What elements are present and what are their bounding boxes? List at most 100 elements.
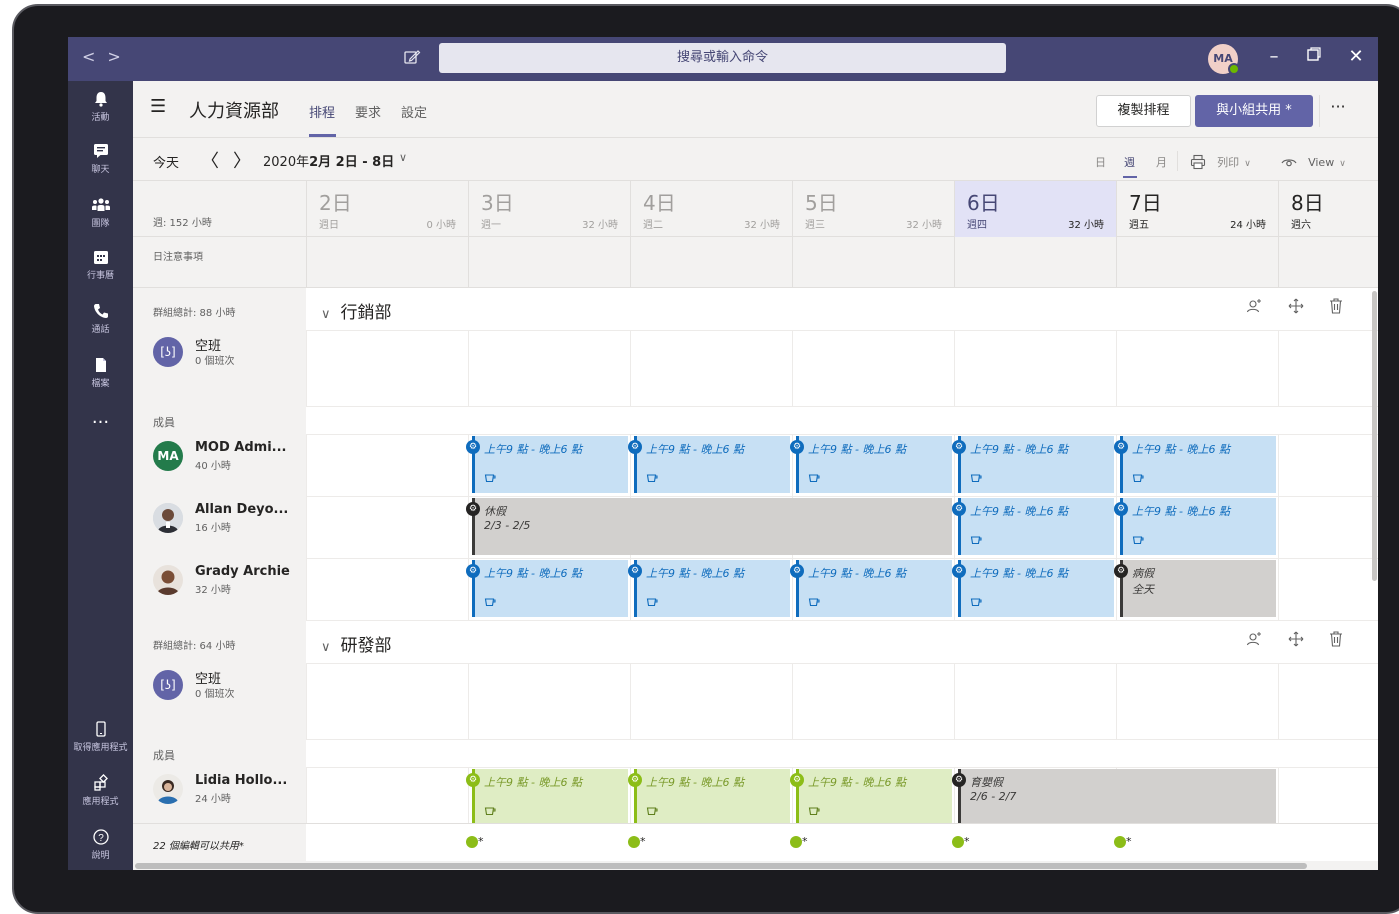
- view-options-button[interactable]: View ∨: [1281, 151, 1346, 170]
- day-note-cell[interactable]: [792, 237, 954, 287]
- day-note-cell[interactable]: [1116, 237, 1278, 287]
- share-with-team-button[interactable]: 與小組共用 *: [1195, 95, 1313, 127]
- add-member-icon[interactable]: [1246, 631, 1262, 651]
- day-column-header[interactable]: 4日 週二 32 小時: [630, 181, 792, 237]
- shift-block[interactable]: ⚙ 上午9 點 - 晚上6 點: [466, 560, 628, 617]
- shift-block[interactable]: ⚙ 上午9 點 - 晚上6 點: [790, 769, 952, 823]
- compose-icon[interactable]: [402, 47, 422, 67]
- shift-block[interactable]: ⚙ 上午9 點 - 晚上6 點: [628, 560, 790, 617]
- day-note-cell[interactable]: [306, 237, 468, 287]
- shift-block[interactable]: ⚙ 上午9 點 - 晚上6 點: [952, 498, 1114, 555]
- shift-status-icon: ⚙: [952, 502, 966, 516]
- rail-label: 取得應用程式: [73, 743, 128, 753]
- rail-label: 通話: [91, 325, 110, 335]
- shift-block[interactable]: ⚙ 上午9 點 - 晚上6 點: [466, 769, 628, 823]
- day-note-cell[interactable]: [468, 237, 630, 287]
- shift-block[interactable]: ⚙ 上午9 點 - 晚上6 點: [790, 436, 952, 493]
- move-group-icon[interactable]: [1288, 631, 1304, 651]
- view-day-button[interactable]: 日: [1095, 154, 1106, 170]
- chevron-down-icon[interactable]: ∨: [399, 151, 407, 164]
- group-header[interactable]: ∨ 行銷部: [321, 298, 392, 323]
- view-week-button[interactable]: 週: [1124, 154, 1135, 170]
- hamburger-menu-icon[interactable]: ☰: [150, 96, 166, 117]
- more-icon[interactable]: ...: [68, 407, 133, 459]
- shift-block[interactable]: ⚙ 上午9 點 - 晚上6 點: [952, 560, 1114, 617]
- maximize-icon[interactable]: [1304, 45, 1324, 66]
- rail-item-files[interactable]: 檔案: [68, 347, 133, 399]
- member-hours: 16 小時: [195, 523, 231, 534]
- previous-week-icon[interactable]: 〈: [201, 147, 219, 173]
- search-input[interactable]: 搜尋或輸入命令: [439, 43, 1006, 73]
- chevron-down-icon[interactable]: ∨: [321, 640, 331, 655]
- rail-item-get-app[interactable]: 取得應用程式: [68, 711, 133, 763]
- next-week-icon[interactable]: 〉: [233, 147, 251, 173]
- file-icon: [95, 358, 106, 372]
- group-header[interactable]: ∨ 研發部: [321, 631, 392, 656]
- shift-status-icon: ⚙: [466, 502, 480, 516]
- shift-block[interactable]: ⚙ 上午9 點 - 晚上6 點: [1114, 436, 1276, 493]
- add-member-icon[interactable]: [1246, 298, 1262, 318]
- scrollbar-thumb[interactable]: [135, 863, 1307, 869]
- day-column-header[interactable]: 5日 週三 32 小時: [792, 181, 954, 237]
- day-column-header[interactable]: 8日 週六: [1278, 181, 1378, 237]
- forward-arrow-icon[interactable]: >: [107, 47, 132, 66]
- shift-time: 上午9 點 - 晚上6 點: [484, 443, 582, 456]
- avatar[interactable]: [153, 503, 183, 533]
- shift-block[interactable]: ⚙ 病假 全天: [1114, 560, 1276, 617]
- move-group-icon[interactable]: [1288, 298, 1304, 318]
- more-options-icon[interactable]: ···: [1323, 97, 1353, 116]
- grid-column-line: [792, 663, 793, 739]
- shift-block[interactable]: ⚙ 上午9 點 - 晚上6 點: [1114, 498, 1276, 555]
- rail-item-apps[interactable]: 應用程式: [68, 765, 133, 817]
- view-month-button[interactable]: 月: [1156, 154, 1167, 170]
- shift-block[interactable]: ⚙ 上午9 點 - 晚上6 點: [628, 769, 790, 823]
- horizontal-scrollbar[interactable]: [133, 861, 1378, 870]
- rail-item-activity[interactable]: 活動: [68, 81, 133, 133]
- avatar[interactable]: [153, 565, 183, 595]
- today-button[interactable]: 今天: [153, 152, 179, 171]
- shift-block[interactable]: ⚙ 上午9 點 - 晚上6 點: [790, 560, 952, 617]
- rail-item-calendar[interactable]: 行事曆: [68, 239, 133, 291]
- shift-block[interactable]: ⚙ 上午9 點 - 晚上6 點: [628, 436, 790, 493]
- user-avatar[interactable]: MA: [1208, 44, 1240, 75]
- grid-row-line: [306, 330, 1378, 331]
- day-note-cell[interactable]: [630, 237, 792, 287]
- day-note-cell[interactable]: [954, 237, 1116, 287]
- shift-block[interactable]: ⚙ 育嬰假 2/6 - 2/7: [952, 769, 1276, 823]
- day-column-header[interactable]: 2日 週日 0 小時: [306, 181, 468, 237]
- close-icon[interactable]: ✕: [1346, 46, 1366, 67]
- vertical-scrollbar[interactable]: [1372, 291, 1377, 581]
- minimize-icon[interactable]: –: [1264, 46, 1284, 67]
- chevron-down-icon[interactable]: ∨: [321, 307, 331, 322]
- shift-block[interactable]: ⚙ 上午9 點 - 晚上6 點: [466, 436, 628, 493]
- copy-schedule-button[interactable]: 複製排程: [1096, 95, 1191, 127]
- day-column-header[interactable]: 3日 週一 32 小時: [468, 181, 630, 237]
- shift-time: 病假: [1132, 567, 1154, 580]
- member-name[interactable]: Grady Archie: [195, 564, 290, 579]
- day-note-cell[interactable]: [1278, 237, 1378, 287]
- print-button[interactable]: 列印 ∨: [1190, 151, 1251, 170]
- shift-block[interactable]: ⚙ 休假 2/3 - 2/5: [466, 498, 952, 555]
- delete-group-icon[interactable]: [1329, 631, 1343, 651]
- date-range-picker[interactable]: 2020年2月 2日 - 8日: [263, 151, 394, 170]
- avatar[interactable]: MA: [153, 441, 183, 471]
- teams-window: <> 搜尋或輸入命令 MA – ✕ 活動 聊天 團隊 行事曆 通話 檔案 ...…: [68, 37, 1378, 870]
- rail-item-help[interactable]: ? 說明: [68, 819, 133, 870]
- shift-time: 上午9 點 - 晚上6 點: [646, 443, 744, 456]
- break-cup-icon: [808, 474, 820, 483]
- avatar[interactable]: [153, 774, 183, 804]
- delete-group-icon[interactable]: [1329, 298, 1343, 318]
- member-name[interactable]: MOD Admi...: [195, 440, 287, 455]
- day-column-header[interactable]: 7日 週五 24 小時: [1116, 181, 1278, 237]
- rail-item-calls[interactable]: 通話: [68, 293, 133, 345]
- back-arrow-icon[interactable]: <: [82, 47, 107, 66]
- rail-item-chat[interactable]: 聊天: [68, 133, 133, 185]
- tab-schedule[interactable]: 排程: [309, 102, 335, 121]
- tab-settings[interactable]: 設定: [401, 102, 427, 121]
- member-name[interactable]: Allan Deyo...: [195, 502, 288, 517]
- rail-item-teams[interactable]: 團隊: [68, 187, 133, 239]
- member-name[interactable]: Lidia Hollo...: [195, 773, 287, 788]
- shift-block[interactable]: ⚙ 上午9 點 - 晚上6 點: [952, 436, 1114, 493]
- tab-requests[interactable]: 要求: [355, 102, 381, 121]
- day-column-header[interactable]: 6日 週四 32 小時: [954, 181, 1116, 237]
